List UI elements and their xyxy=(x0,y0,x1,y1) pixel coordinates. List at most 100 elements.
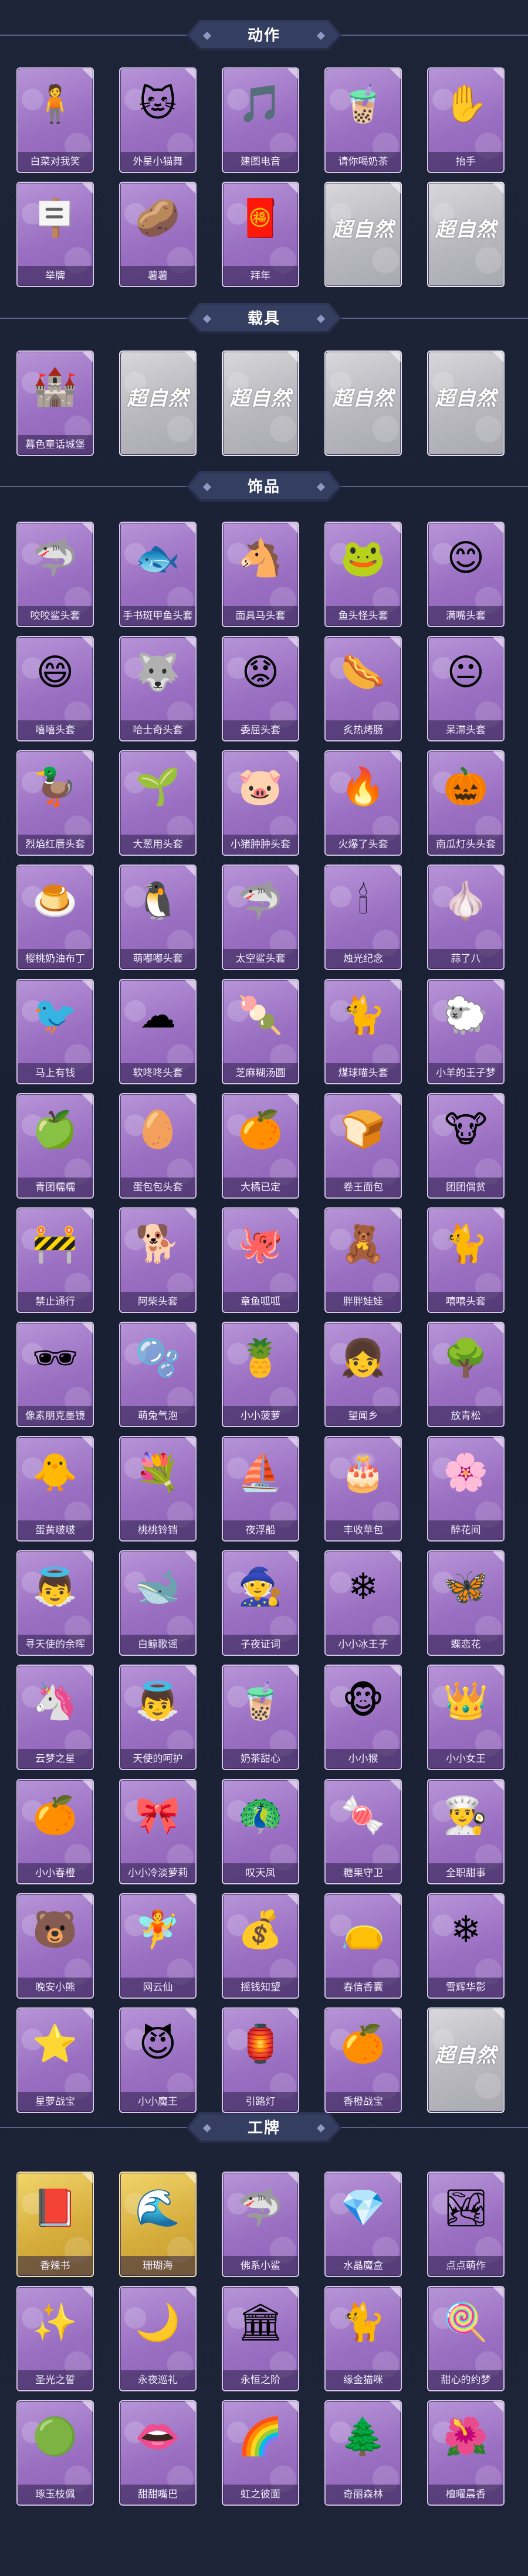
item-card[interactable]: 🐺 哈士奇头套 xyxy=(119,636,197,741)
item-card[interactable]: 🍭 甜心的约梦 xyxy=(427,2286,505,2391)
item-card[interactable]: 🐧 萌嘟嘟头套 xyxy=(119,865,197,970)
item-card[interactable]: 💐 桃桃铃铛 xyxy=(119,1436,197,1541)
item-card[interactable]: 🏛 永恒之阶 xyxy=(222,2286,299,2391)
item-card[interactable]: 🧙 子夜证词 xyxy=(222,1550,299,1656)
item-card[interactable]: 🚧 禁止通行 xyxy=(16,1207,94,1313)
item-card[interactable]: ❄ 小小冰王子 xyxy=(324,1550,402,1656)
item-card[interactable]: 👄 甜甜嘴巴 xyxy=(119,2400,197,2506)
item-card[interactable]: 🍊 香橙战宝 xyxy=(324,2007,402,2113)
item-card[interactable]: 💎 水晶魔盒 xyxy=(324,2172,402,2277)
item-card[interactable]: 🏰 暮色童话城堡 xyxy=(16,351,94,456)
item-card[interactable]: 🌊 珊瑚海 xyxy=(119,2172,197,2277)
item-card[interactable]: 🦈 佛系小鲨 xyxy=(222,2172,299,2277)
item-card[interactable]: 👨‍🍳 全职甜事 xyxy=(427,1779,505,1884)
item-card[interactable]: 🏮 引路灯 xyxy=(222,2007,299,2113)
item-card[interactable]: 🌺 檀曜晨香 xyxy=(427,2400,505,2506)
item-card[interactable]: 🌭 炙热烤肠 xyxy=(324,636,402,741)
item-card[interactable]: 🐟 手书斑甲鱼头套 xyxy=(119,522,197,627)
item-card[interactable]: 🐥 蛋黄啵啵 xyxy=(16,1436,94,1541)
item-card[interactable]: 🧧 拜年 xyxy=(222,182,299,287)
item-card[interactable]: ✋ 抬手 xyxy=(427,67,505,173)
item-card[interactable]: 🐷 小猪肿肿头套 xyxy=(222,750,299,856)
item-card[interactable]: ⛵ 夜浮船 xyxy=(222,1436,299,1541)
item-card[interactable]: 🕯 烛光纪念 xyxy=(324,865,402,970)
item-card[interactable]: 🧋 奶茶甜心 xyxy=(222,1665,299,1770)
item-card[interactable]: 🍍 小小菠萝 xyxy=(222,1322,299,1427)
item-card[interactable]: 👝 春信香囊 xyxy=(324,1893,402,1999)
item-card[interactable]: 💰 摇钱知望 xyxy=(222,1893,299,1999)
item-card[interactable]: 🥚 蛋包包头套 xyxy=(119,1093,197,1199)
locked-item-card[interactable]: 超自然 xyxy=(427,351,505,456)
item-card[interactable]: 🦄 云梦之星 xyxy=(16,1665,94,1770)
item-card[interactable]: ☁ 软咚咚头套 xyxy=(119,979,197,1084)
locked-item-card[interactable]: 超自然 xyxy=(222,351,299,456)
locked-item-card[interactable]: 超自然 xyxy=(324,351,402,456)
item-card[interactable]: 🐮 团团偶贫 xyxy=(427,1093,505,1199)
item-card[interactable]: 👼 天使的呵护 xyxy=(119,1665,197,1770)
item-card[interactable]: 🌈 虹之彼面 xyxy=(222,2400,299,2506)
item-card[interactable]: 😈 小小魔王 xyxy=(119,2007,197,2113)
item-card[interactable]: 🌙 永夜巡礼 xyxy=(119,2286,197,2391)
item-card[interactable]: 👧 望闻乡 xyxy=(324,1322,402,1427)
item-card[interactable]: 🐈 嘻嘻头套 xyxy=(427,1207,505,1313)
item-card[interactable]: 🌱 大葱用头套 xyxy=(119,750,197,856)
item-card[interactable]: 🧸 胖胖娃娃 xyxy=(324,1207,402,1313)
item-card[interactable]: 🧚 网云仙 xyxy=(119,1893,197,1999)
locked-item-card[interactable]: 超自然 xyxy=(324,182,402,287)
locked-item-card[interactable]: 超自然 xyxy=(427,2007,505,2113)
item-card[interactable]: 🐋 白鲸歌谣 xyxy=(119,1550,197,1656)
item-card[interactable]: 🍊 大橘已定 xyxy=(222,1093,299,1199)
item-card[interactable]: 🌸 醉花间 xyxy=(427,1436,505,1541)
item-card[interactable]: 😐 呆滞头套 xyxy=(427,636,505,741)
item-card[interactable]: 🍬 糖果守卫 xyxy=(324,1779,402,1884)
item-card[interactable]: 🦆 烈焰红唇头套 xyxy=(16,750,94,856)
item-card[interactable]: 🐻 晚安小熊 xyxy=(16,1893,94,1999)
item-card[interactable]: 👑 小小女王 xyxy=(427,1665,505,1770)
item-card[interactable]: 🦋 蝶恋花 xyxy=(427,1550,505,1656)
item-card[interactable]: 🕶 像素朋克墨镜 xyxy=(16,1322,94,1427)
item-card[interactable]: 🐸 鱼头怪头套 xyxy=(324,522,402,627)
item-card[interactable]: 🧋 请你喝奶茶 xyxy=(324,67,402,173)
item-card[interactable]: 🫧 萌兔气泡 xyxy=(119,1322,197,1427)
item-card[interactable]: ❄ 雪辉华影 xyxy=(427,1893,505,1999)
item-card[interactable]: 🎃 南瓜灯头头套 xyxy=(427,750,505,856)
item-card[interactable]: 🪧 举牌 xyxy=(16,182,94,287)
item-card[interactable]: 🔥 火爆了头套 xyxy=(324,750,402,856)
item-card[interactable]: 🟢 琢玉枝佩 xyxy=(16,2400,94,2506)
item-card[interactable]: 🎀 小小冷淡萝莉 xyxy=(119,1779,197,1884)
item-card[interactable]: 🐈 缘金猫咪 xyxy=(324,2286,402,2391)
item-card[interactable]: 🐈 煤球喵头套 xyxy=(324,979,402,1084)
item-card[interactable]: 🌲 奇丽森林 xyxy=(324,2400,402,2506)
item-card[interactable]: ⭐ 星萝战宝 xyxy=(16,2007,94,2113)
item-card[interactable]: 📕 香辣书 xyxy=(16,2172,94,2277)
locked-item-card[interactable]: 超自然 xyxy=(427,182,505,287)
item-card[interactable]: 🎂 丰收苹包 xyxy=(324,1436,402,1541)
item-card[interactable]: 🐑 小羊的王子梦 xyxy=(427,979,505,1084)
item-card[interactable]: 😟 委屈头套 xyxy=(222,636,299,741)
item-card[interactable]: 🐵 小小猴 xyxy=(324,1665,402,1770)
item-card[interactable]: 🏞 点点萌作 xyxy=(427,2172,505,2277)
item-card[interactable]: 😄 嘻嘻头套 xyxy=(16,636,94,741)
item-card[interactable]: 🌳 放青松 xyxy=(427,1322,505,1427)
item-card[interactable]: 🍊 小小春橙 xyxy=(16,1779,94,1884)
item-card[interactable]: 😊 满嘴头套 xyxy=(427,522,505,627)
item-card[interactable]: 👼 寻天使的余晖 xyxy=(16,1550,94,1656)
item-card[interactable]: 🍡 芝麻糊汤圆 xyxy=(222,979,299,1084)
item-card[interactable]: 🐴 面具马头套 xyxy=(222,522,299,627)
item-card[interactable]: ✨ 圣光之誓 xyxy=(16,2286,94,2391)
item-card[interactable]: 🎵 建图电音 xyxy=(222,67,299,173)
item-card[interactable]: 🍏 青团糯糯 xyxy=(16,1093,94,1199)
item-card[interactable]: 🍞 卷王面包 xyxy=(324,1093,402,1199)
item-card[interactable]: 🐱 外星小猫舞 xyxy=(119,67,197,173)
item-card[interactable]: 🦈 咬咬鲨头套 xyxy=(16,522,94,627)
item-card[interactable]: 🦈 太空鲨头套 xyxy=(222,865,299,970)
item-card[interactable]: 🥔 薯薯 xyxy=(119,182,197,287)
item-card[interactable]: 🐕 阿柴头套 xyxy=(119,1207,197,1313)
item-card[interactable]: 🧍 白菜对我笑 xyxy=(16,67,94,173)
item-card[interactable]: 🍮 樱桃奶油布丁 xyxy=(16,865,94,970)
item-card[interactable]: 🐙 章鱼呱呱 xyxy=(222,1207,299,1313)
item-card[interactable]: 🦚 叹天凤 xyxy=(222,1779,299,1884)
item-card[interactable]: 🐦 马上有钱 xyxy=(16,979,94,1084)
item-card[interactable]: 🧄 蒜了八 xyxy=(427,865,505,970)
locked-item-card[interactable]: 超自然 xyxy=(119,351,197,456)
